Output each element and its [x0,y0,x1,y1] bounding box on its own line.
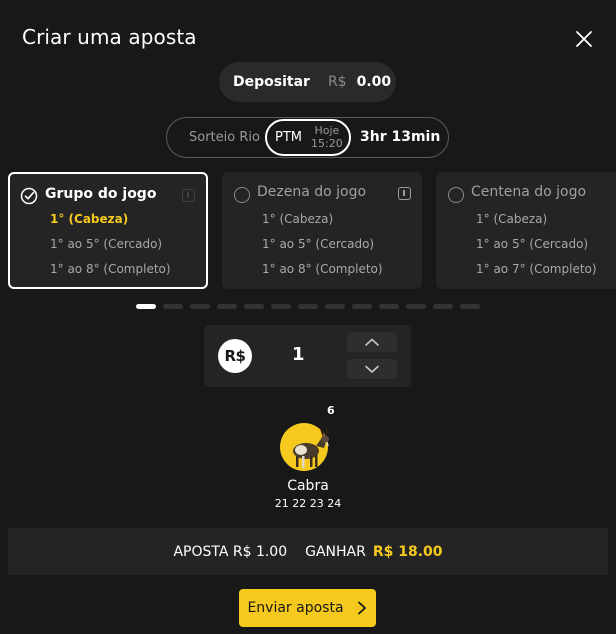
stake-stepper: R$ 1 [204,325,411,387]
increment-button[interactable] [347,332,397,352]
draw-ptm-label: PTM [275,130,302,145]
close-icon[interactable] [572,27,596,51]
stake-quantity[interactable]: 1 [292,344,305,365]
carousel-dot[interactable] [190,304,210,309]
animal-group-number: 6 [327,404,335,417]
game-card-title: Grupo do jogo [45,186,157,202]
chevron-down-icon [365,365,379,373]
carousel-dot[interactable] [298,304,318,309]
carousel-dot[interactable] [271,304,291,309]
currency-badge: R$ [218,339,252,373]
radio-icon [448,187,464,203]
game-card-grupo[interactable]: Grupo do jogo 1° (Cabeza) 1° ao 5° (Cerc… [8,172,208,289]
game-option[interactable]: 1° ao 8° (Completo) [262,262,383,276]
win-label: GANHAR [305,543,366,560]
game-card-title: Dezena do jogo [257,184,367,200]
deposit-dropdown[interactable]: Depositar R$ 0.00 [219,62,396,102]
deposit-currency: R$ [327,74,347,90]
submit-bet-button[interactable]: Enviar aposta [239,589,376,627]
carousel-dot[interactable] [244,304,264,309]
info-icon[interactable] [398,187,411,200]
game-option[interactable]: 1° ao 5° (Cercado) [476,237,588,251]
create-bet-modal: Criar uma aposta Depositar R$ 0.00 Sorte… [0,0,616,634]
draw-selector: Sorteio Rio PTM Hoje 15:20 3hr 13min [166,117,449,158]
carousel-dot[interactable] [325,304,345,309]
game-option[interactable]: 1° ao 8° (Completo) [50,262,171,276]
game-card-dezena[interactable]: Dezena do jogo 1° (Cabeza) 1° ao 5° (Cer… [222,172,422,289]
info-icon[interactable] [182,189,195,202]
win-amount: R$ 18.00 [372,543,443,560]
game-card-centena[interactable]: Centena do jogo 1° (Cabeza) 1° ao 5° (Ce… [436,172,616,289]
animal-numbers: 21 22 23 24 [274,497,342,510]
bet-summary: APOSTA R$ 1.00 GANHAR R$ 18.00 [8,528,608,575]
game-option[interactable]: 1° ao 5° (Cercado) [262,237,374,251]
carousel-dot[interactable] [217,304,237,309]
carousel-dot[interactable] [406,304,426,309]
check-circle-icon [20,187,38,205]
game-option[interactable]: 1° ao 5° (Cercado) [50,237,162,251]
game-option[interactable]: 1° ao 7° (Completo) [476,262,597,276]
deposit-label: Depositar [233,74,310,90]
modal-title: Criar uma aposta [22,25,197,49]
carousel-dot[interactable] [352,304,372,309]
chevron-right-icon [357,601,366,615]
carousel-pagination [136,304,480,309]
carousel-dot[interactable] [433,304,453,309]
radio-icon [234,187,250,203]
game-card-title: Centena do jogo [471,184,587,200]
game-option[interactable]: 1° (Cabeza) [262,212,333,226]
carousel-dot[interactable] [460,304,480,309]
carousel-dot[interactable] [136,304,156,309]
animal-name: Cabra [287,478,329,494]
bet-amount: APOSTA R$ 1.00 [173,543,288,560]
draw-datetime: Hoje 15:20 [311,124,343,150]
animal-card-cabra[interactable]: 6 Cabra 21 22 23 24 [260,400,356,515]
goat-icon [280,423,329,471]
decrement-button[interactable] [347,359,397,379]
draw-day: Hoje [314,124,340,137]
draw-time: 15:20 [311,137,343,150]
carousel-dot[interactable] [163,304,183,309]
deposit-balance: 0.00 [356,74,392,90]
chevron-up-icon [365,338,379,346]
draw-option-ptm[interactable]: PTM Hoje 15:20 [265,119,351,156]
draw-countdown: 3hr 13min [360,129,441,145]
game-option[interactable]: 1° (Cabeza) [476,212,547,226]
draw-option-sorteio-rio[interactable]: Sorteio Rio [189,130,260,145]
carousel-dot[interactable] [379,304,399,309]
game-option[interactable]: 1° (Cabeza) [50,212,128,226]
submit-bet-label: Enviar aposta [247,600,344,616]
